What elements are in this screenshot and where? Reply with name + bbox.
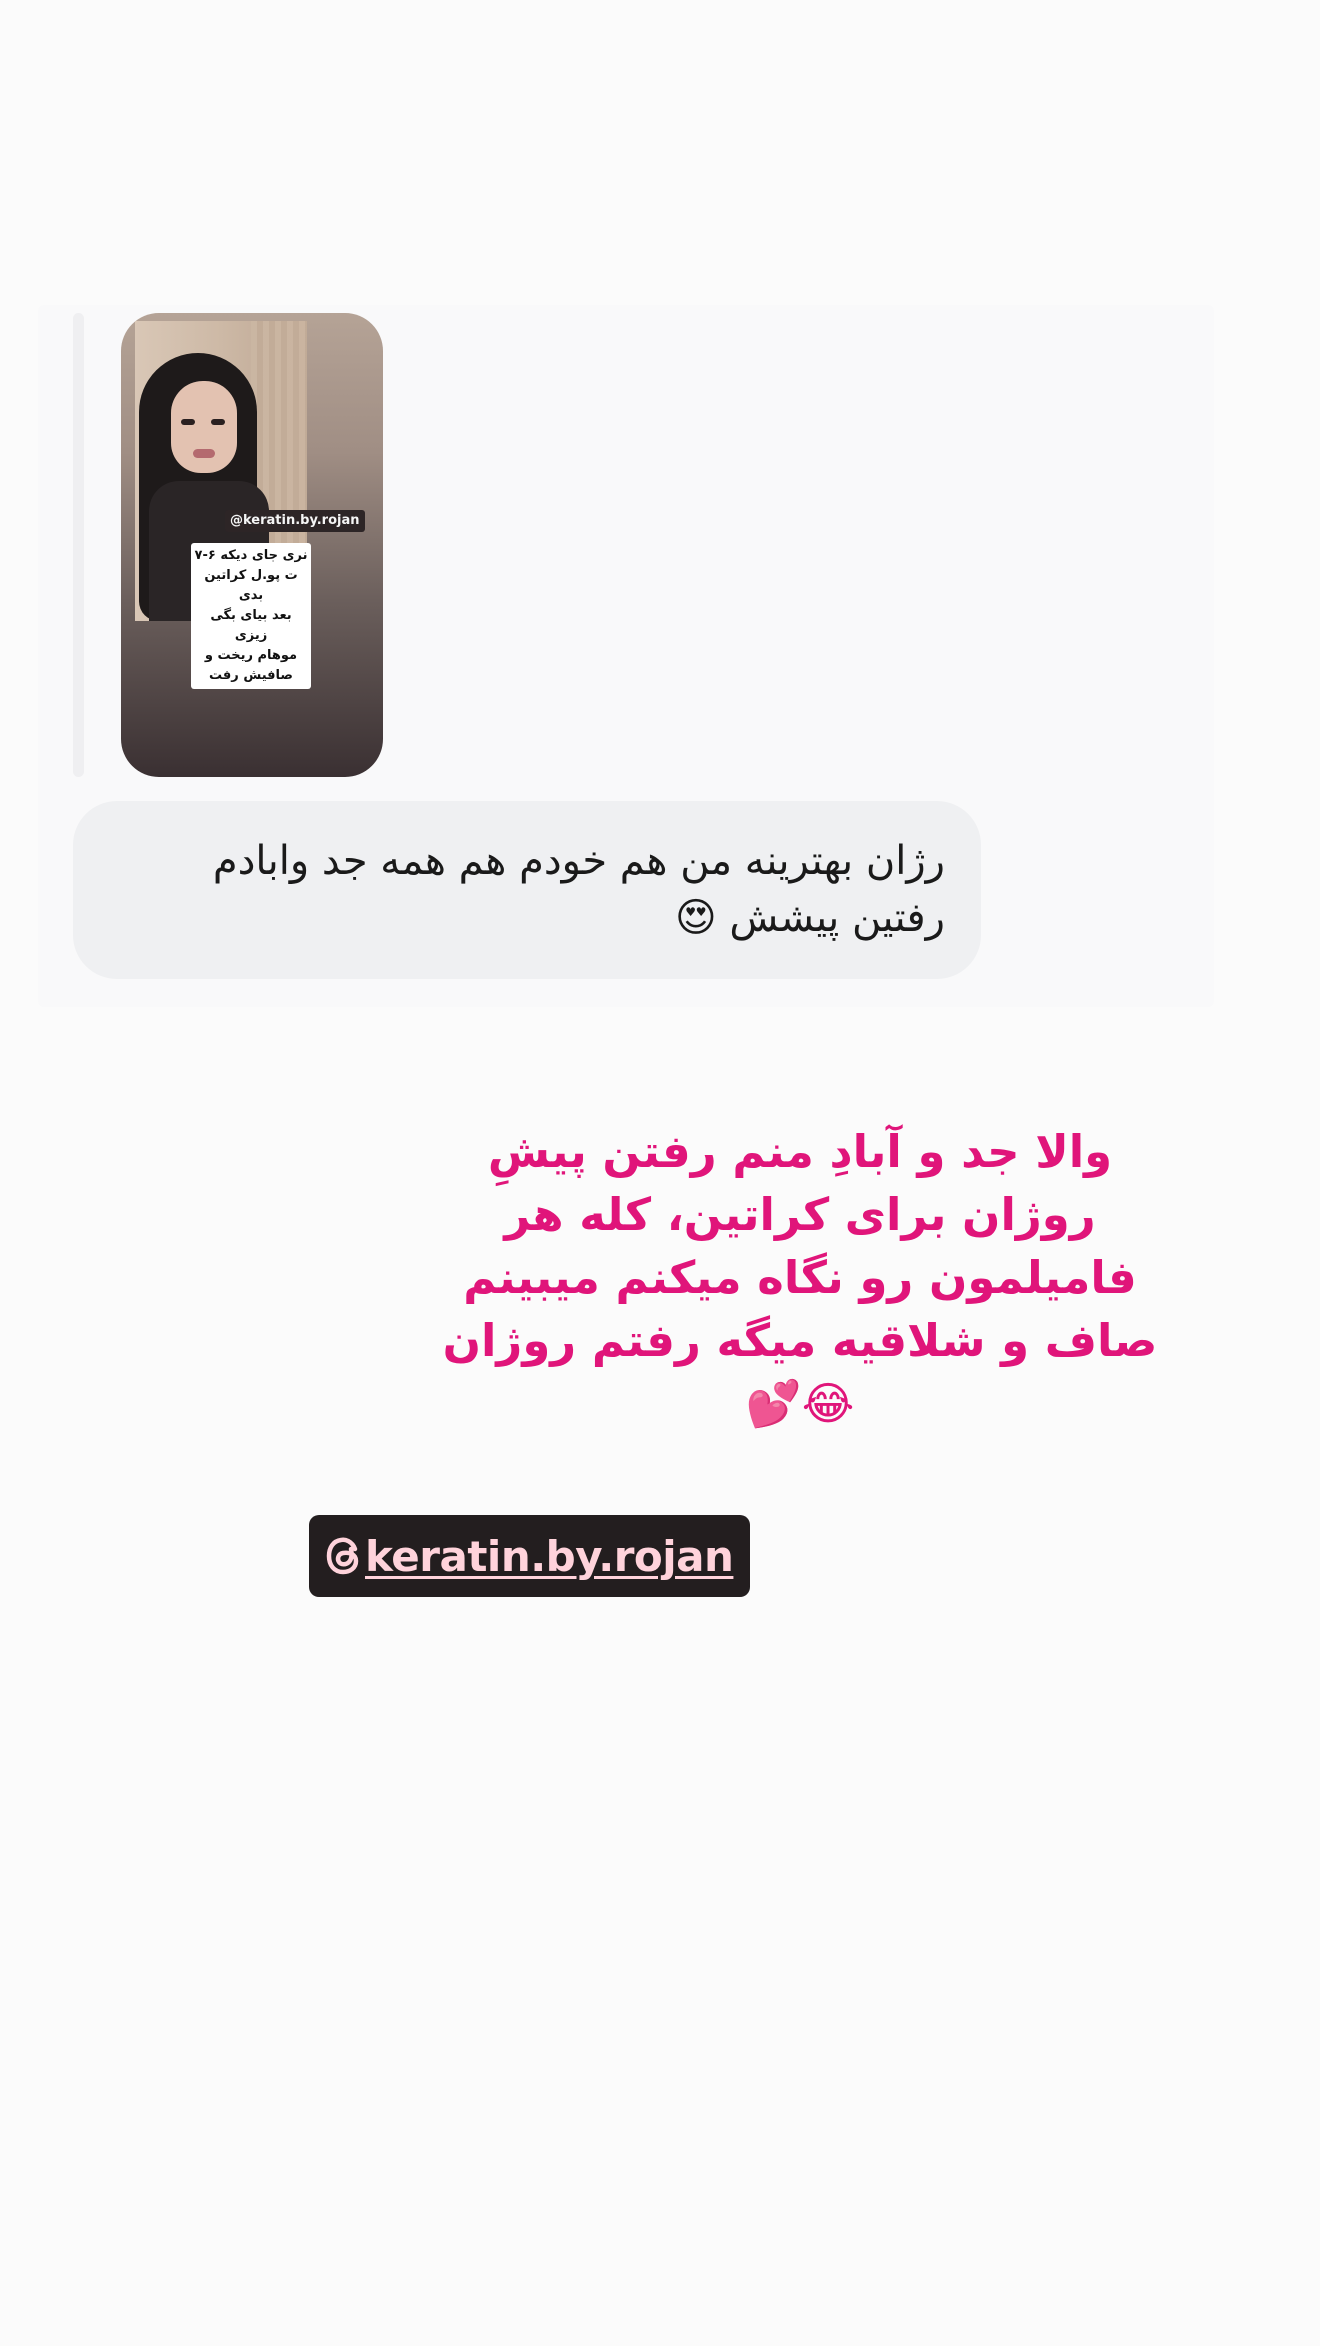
thumbnail-caption: نری جای دیکه ۶-۷ ت پو.ل کراتین بدی بعد ب… — [191, 543, 311, 689]
story-text-overlay: والا جد و آبادِ منم رفتن پیشِ روژان برای… — [442, 1125, 1158, 1430]
story-thumbnail[interactable]: @keratin.by.rojan نری جای دیکه ۶-۷ ت پو.… — [121, 313, 383, 777]
threads-icon — [326, 1537, 359, 1575]
person-face — [171, 381, 237, 473]
thumbnail-mention-tag: @keratin.by.rojan — [225, 510, 365, 532]
reply-quote-bar — [73, 313, 84, 777]
reply-message-bubble: رژان بهترینه من هم خودم هم همه جد وابادم… — [73, 801, 981, 979]
mention-handle[interactable]: keratin.by.rojan — [365, 1532, 734, 1581]
mention-sticker[interactable]: keratin.by.rojan — [309, 1515, 750, 1597]
